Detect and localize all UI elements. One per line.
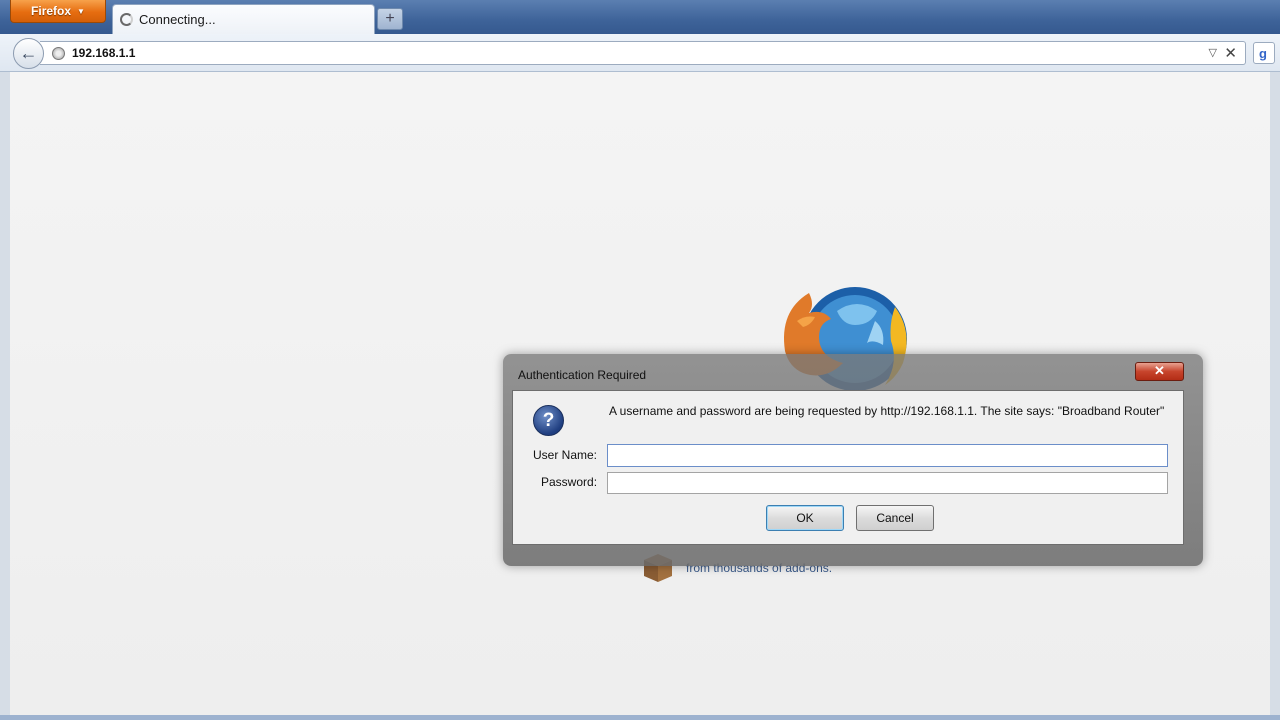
question-icon: ? xyxy=(533,405,564,436)
firefox-menu-label: Firefox xyxy=(31,4,72,18)
tab-title: Connecting... xyxy=(139,12,216,27)
firefox-menu-button[interactable]: Firefox ▼ xyxy=(10,0,106,23)
google-icon: g xyxy=(1259,46,1267,61)
window-bottom-edge xyxy=(0,715,1280,720)
url-history-dropdown-icon[interactable]: ▽ xyxy=(1209,46,1217,59)
password-input[interactable] xyxy=(607,472,1168,494)
stop-loading-icon[interactable]: ✕ xyxy=(1224,44,1237,62)
tab-strip: Firefox ▼ Connecting... + xyxy=(0,0,1280,34)
username-input[interactable] xyxy=(607,444,1168,467)
loading-spinner-icon xyxy=(120,13,133,26)
dialog-title: Authentication Required xyxy=(518,368,647,382)
password-label: Password: xyxy=(541,475,598,489)
new-tab-button[interactable]: + xyxy=(377,8,403,30)
url-bar[interactable]: 192.168.1.1 ▽ ✕ xyxy=(40,41,1246,65)
ok-button[interactable]: OK xyxy=(766,505,844,531)
cancel-button[interactable]: Cancel xyxy=(856,505,934,531)
auth-message: A username and password are being reques… xyxy=(609,404,1165,418)
url-text[interactable]: 192.168.1.1 xyxy=(72,46,135,60)
back-arrow-icon: ← xyxy=(19,43,38,63)
dialog-close-button[interactable]: ✕ xyxy=(1135,362,1184,381)
navigation-bar: 192.168.1.1 ▽ ✕ ← xyxy=(0,34,1280,72)
username-label: User Name: xyxy=(533,448,598,462)
chevron-down-icon: ▼ xyxy=(77,6,85,16)
site-identity-icon[interactable] xyxy=(52,47,65,60)
tab-connecting[interactable]: Connecting... xyxy=(112,4,375,34)
back-button[interactable]: ← xyxy=(13,38,44,69)
search-engine-button[interactable]: g xyxy=(1253,42,1275,64)
